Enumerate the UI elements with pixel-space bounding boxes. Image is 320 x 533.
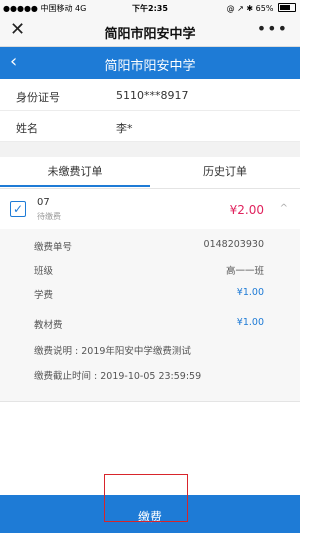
id-number-row: 身份证号 5110***8917: [0, 80, 300, 111]
detail-value: 高一一班: [225, 266, 264, 277]
detail-row-bill-number: 缴费单号 0148203930: [0, 235, 300, 257]
app-header: ‹ 简阳市阳安中学: [0, 47, 300, 79]
payment-description: 缴费说明 : 2019年阳安中学缴费测试: [34, 346, 191, 357]
detail-row-class: 班级 高一一班: [0, 259, 300, 281]
chevron-up-icon[interactable]: ^: [280, 203, 288, 214]
detail-key: 教材费: [34, 320, 63, 331]
order-checkbox[interactable]: ✓: [10, 201, 26, 217]
highlight-box: [104, 474, 188, 522]
wechat-nav-bar: ✕ 简阳市阳安中学 •••: [0, 16, 300, 47]
payment-deadline: 缴费截止时间 : 2019-10-05 23:59:59: [34, 371, 202, 382]
detail-key: 班级: [34, 266, 54, 277]
name-value: 李*: [116, 122, 133, 135]
order-status: 待缴费: [37, 212, 61, 221]
order-details: 缴费单号 0148203930 班级 高一一班 学费 ¥1.00 教材费 ¥1.…: [0, 229, 300, 402]
wechat-page-title: 简阳市阳安中学: [104, 27, 196, 42]
status-bar: ●●●●● 中国移动 4G 下午2:35 @ ↗ ✱ 65%: [0, 0, 300, 16]
name-row: 姓名 李*: [0, 111, 300, 142]
detail-value: ¥1.00: [236, 287, 264, 298]
status-right: @ ↗ ✱ 65%: [227, 3, 296, 13]
status-icons: @ ↗ ✱ 65%: [226, 4, 274, 13]
detail-value: ¥1.00: [236, 317, 264, 328]
order-number: 07: [37, 197, 50, 208]
more-icon[interactable]: •••: [257, 19, 288, 38]
order-tabs: 未缴费订单 历史订单: [0, 157, 300, 187]
detail-row-textbook: 教材费 ¥1.00: [0, 313, 300, 335]
page-title: 简阳市阳安中学: [104, 59, 196, 74]
section-divider: [0, 142, 300, 157]
id-number-label: 身份证号: [16, 91, 60, 104]
name-label: 姓名: [16, 122, 38, 135]
detail-row-tuition: 学费 ¥1.00: [0, 283, 300, 305]
tab-history-orders[interactable]: 历史订单: [150, 157, 300, 187]
detail-key: 学费: [34, 290, 54, 301]
id-number-value: 5110***8917: [116, 89, 189, 102]
tab-unpaid-orders[interactable]: 未缴费订单: [0, 157, 150, 187]
order-card-header[interactable]: ✓ 07 待缴费 ¥2.00 ^: [0, 188, 300, 230]
order-amount: ¥2.00: [229, 203, 264, 217]
battery-icon: [278, 3, 296, 12]
detail-key: 缴费单号: [34, 242, 73, 253]
detail-value: 0148203930: [203, 239, 264, 250]
